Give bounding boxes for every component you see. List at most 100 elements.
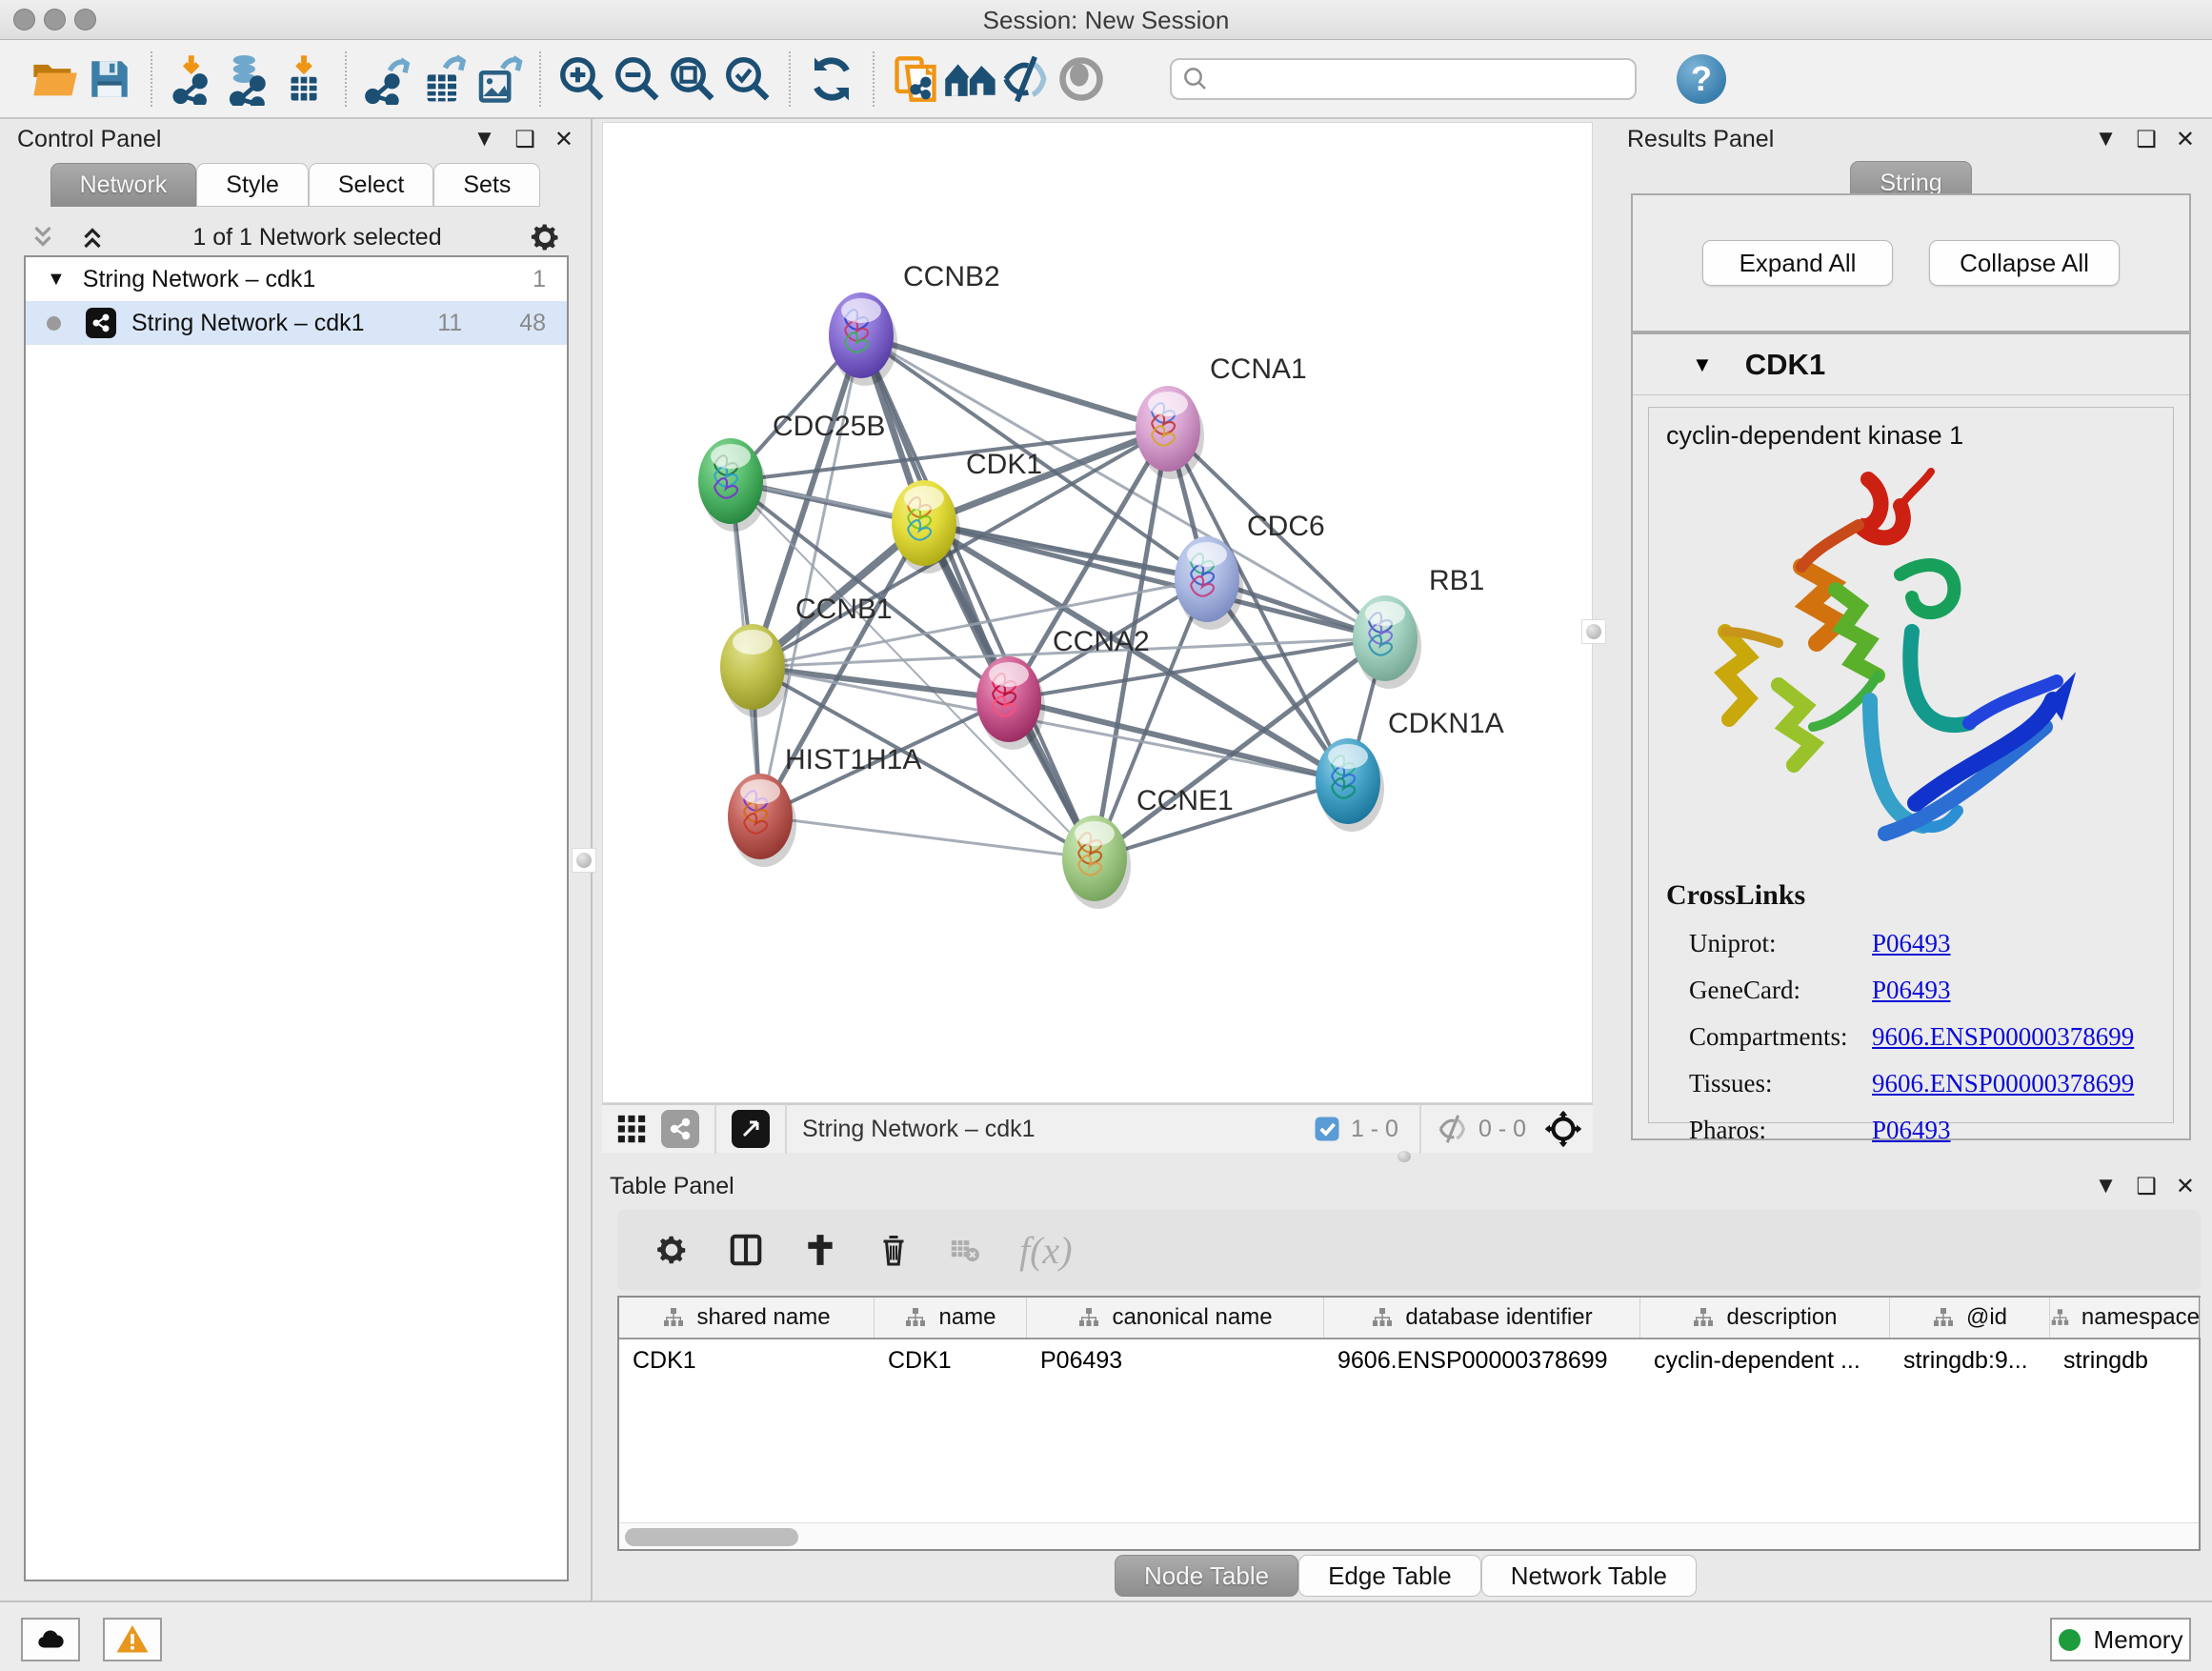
node-CDKN1A[interactable]: CDKN1A: [1316, 708, 1504, 832]
panel-menu-icon[interactable]: ▼: [473, 126, 496, 152]
table-panel: Table Panel ▼ ❑ ✕ f(x) shared namenameca…: [593, 1164, 2212, 1601]
clipboard-share-icon[interactable]: [888, 51, 943, 107]
column-header-database-identifier[interactable]: database identifier: [1324, 1298, 1640, 1338]
fit-content-icon[interactable]: [1543, 1109, 1583, 1149]
window-minimize-button[interactable]: [44, 9, 66, 30]
node-CCNA1[interactable]: CCNA1: [1136, 353, 1307, 479]
window-zoom-button[interactable]: [74, 9, 96, 30]
crosslink-value-link[interactable]: P06493: [1872, 976, 1951, 1005]
table-cell[interactable]: 9606.ENSP00000378699: [1324, 1339, 1640, 1383]
refresh-icon[interactable]: [804, 51, 859, 107]
help-icon[interactable]: ?: [1677, 54, 1726, 104]
panel-close-icon[interactable]: ✕: [554, 126, 573, 153]
panel-menu-icon[interactable]: ▼: [2095, 126, 2118, 152]
tab-network-table[interactable]: Network Table: [1481, 1555, 1697, 1597]
panel-close-icon[interactable]: ✕: [2176, 126, 2195, 153]
delete-column-icon[interactable]: [876, 1233, 911, 1267]
tab-select[interactable]: Select: [309, 163, 433, 207]
tab-network[interactable]: Network: [50, 163, 197, 207]
column-header-shared-name[interactable]: shared name: [619, 1298, 875, 1338]
warnings-button[interactable]: [103, 1618, 162, 1661]
panel-float-icon[interactable]: ❑: [514, 126, 535, 153]
expand-all-button[interactable]: Expand All: [1702, 240, 1893, 286]
collapse-all-icon[interactable]: [29, 223, 57, 252]
tab-node-table[interactable]: Node Table: [1115, 1555, 1298, 1597]
search-box[interactable]: [1170, 58, 1637, 100]
string-home-icon[interactable]: [943, 51, 998, 107]
export-image-icon[interactable]: [471, 51, 526, 107]
birds-eye-view-icon[interactable]: [732, 1110, 770, 1148]
cloud-button[interactable]: [21, 1618, 80, 1661]
table-row[interactable]: CDK1CDK1P064939606.ENSP00000378699cyclin…: [619, 1339, 2199, 1383]
import-table-icon[interactable]: [276, 51, 332, 107]
bottom-splitter-grip[interactable]: [1393, 1149, 1416, 1164]
panel-close-icon[interactable]: ✕: [2176, 1173, 2195, 1200]
network-collection-row[interactable]: ▼ String Network – cdk1 1: [26, 257, 567, 301]
save-session-icon[interactable]: [82, 51, 137, 107]
right-splitter-grip[interactable]: [1581, 619, 1606, 644]
table-cell[interactable]: stringdb:9...: [1890, 1339, 2050, 1383]
node-CCNE1[interactable]: CCNE1: [1062, 785, 1234, 909]
table-cell[interactable]: P06493: [1027, 1339, 1324, 1383]
gene-header-row[interactable]: ▼ CDK1: [1633, 334, 2189, 395]
column-header-canonical-name[interactable]: canonical name: [1027, 1298, 1324, 1338]
grid-view-icon[interactable]: [615, 1113, 648, 1145]
table-cell[interactable]: CDK1: [619, 1339, 875, 1383]
open-session-icon[interactable]: [27, 51, 82, 107]
zoom-out-icon[interactable]: [610, 51, 665, 107]
tab-edge-table[interactable]: Edge Table: [1298, 1555, 1481, 1597]
tab-sets[interactable]: Sets: [433, 163, 540, 207]
export-table-icon[interactable]: [415, 51, 471, 107]
node-RB1[interactable]: RB1: [1353, 565, 1484, 689]
crosslink-value-link[interactable]: 9606.ENSP00000378699: [1872, 1069, 2134, 1098]
crosslink-value-link[interactable]: 9606.ENSP00000378699: [1872, 1022, 2134, 1052]
import-network-database-icon[interactable]: [221, 51, 276, 107]
gear-icon[interactable]: [528, 220, 562, 254]
create-column-icon[interactable]: [802, 1232, 838, 1268]
table-settings-gear-icon[interactable]: [654, 1232, 690, 1268]
current-network-bullet: [47, 316, 61, 331]
zoom-in-icon[interactable]: [554, 51, 610, 107]
import-network-icon[interactable]: [166, 51, 221, 107]
collection-caret-icon[interactable]: ▼: [47, 269, 66, 291]
scrollbar-thumb[interactable]: [625, 1528, 798, 1546]
table-cell[interactable]: cyclin-dependent ...: [1640, 1339, 1890, 1383]
panel-menu-icon[interactable]: ▼: [2095, 1173, 2118, 1199]
window-close-button[interactable]: [13, 9, 35, 30]
memory-button[interactable]: Memory: [2050, 1618, 2191, 1661]
show-columns-icon[interactable]: [728, 1232, 764, 1268]
column-header-namespace[interactable]: namespace: [2050, 1298, 2201, 1338]
crosslink-label: Compartments:: [1689, 1022, 1872, 1052]
node-table[interactable]: shared namenamecanonical namedatabase id…: [617, 1296, 2201, 1551]
tab-style[interactable]: Style: [196, 163, 309, 207]
column-header-name[interactable]: name: [875, 1298, 1027, 1338]
hide-unhide-icon[interactable]: [998, 51, 1054, 107]
edge-CCNB2-CCNE1[interactable]: [861, 335, 1095, 858]
node-CDC25B[interactable]: CDC25B: [698, 411, 885, 532]
hidden-eye-icon[interactable]: [1437, 1113, 1469, 1145]
search-input[interactable]: [1210, 66, 1610, 92]
table-cell[interactable]: CDK1: [875, 1339, 1027, 1383]
expand-all-icon[interactable]: [78, 223, 107, 252]
zoom-fit-icon[interactable]: [665, 51, 720, 107]
network-canvas[interactable]: CCNB2CCNA1CDC25BCDK1CDC6RB1CCNB1CCNA2CDK…: [602, 122, 1593, 1103]
collapse-all-button[interactable]: Collapse All: [1929, 240, 2120, 286]
export-network-icon[interactable]: [360, 51, 415, 107]
zoom-selected-icon[interactable]: [720, 51, 775, 107]
selected-checkbox-icon[interactable]: [1313, 1115, 1341, 1143]
crosslink-value-link[interactable]: P06493: [1872, 1116, 1951, 1145]
table-cell[interactable]: stringdb: [2050, 1339, 2201, 1383]
panel-float-icon[interactable]: ❑: [2136, 126, 2157, 153]
edge-CCNB1-CCNA2[interactable]: [753, 667, 1009, 699]
gene-caret-icon[interactable]: ▼: [1692, 352, 1713, 377]
left-splitter-grip[interactable]: [572, 848, 596, 873]
edge-HIST1H1A-CCNE1[interactable]: [760, 816, 1095, 858]
column-header--id[interactable]: @id: [1890, 1298, 2050, 1338]
panel-float-icon[interactable]: ❑: [2136, 1173, 2157, 1200]
network-view-icon[interactable]: [661, 1110, 699, 1148]
column-header-description[interactable]: description: [1640, 1298, 1890, 1338]
crosslink-value-link[interactable]: P06493: [1872, 929, 1951, 958]
horizontal-scrollbar[interactable]: [619, 1522, 2199, 1549]
network-row[interactable]: String Network – cdk1 11 48: [26, 301, 567, 345]
edge-CCNB2-CCNA1[interactable]: [861, 335, 1168, 429]
